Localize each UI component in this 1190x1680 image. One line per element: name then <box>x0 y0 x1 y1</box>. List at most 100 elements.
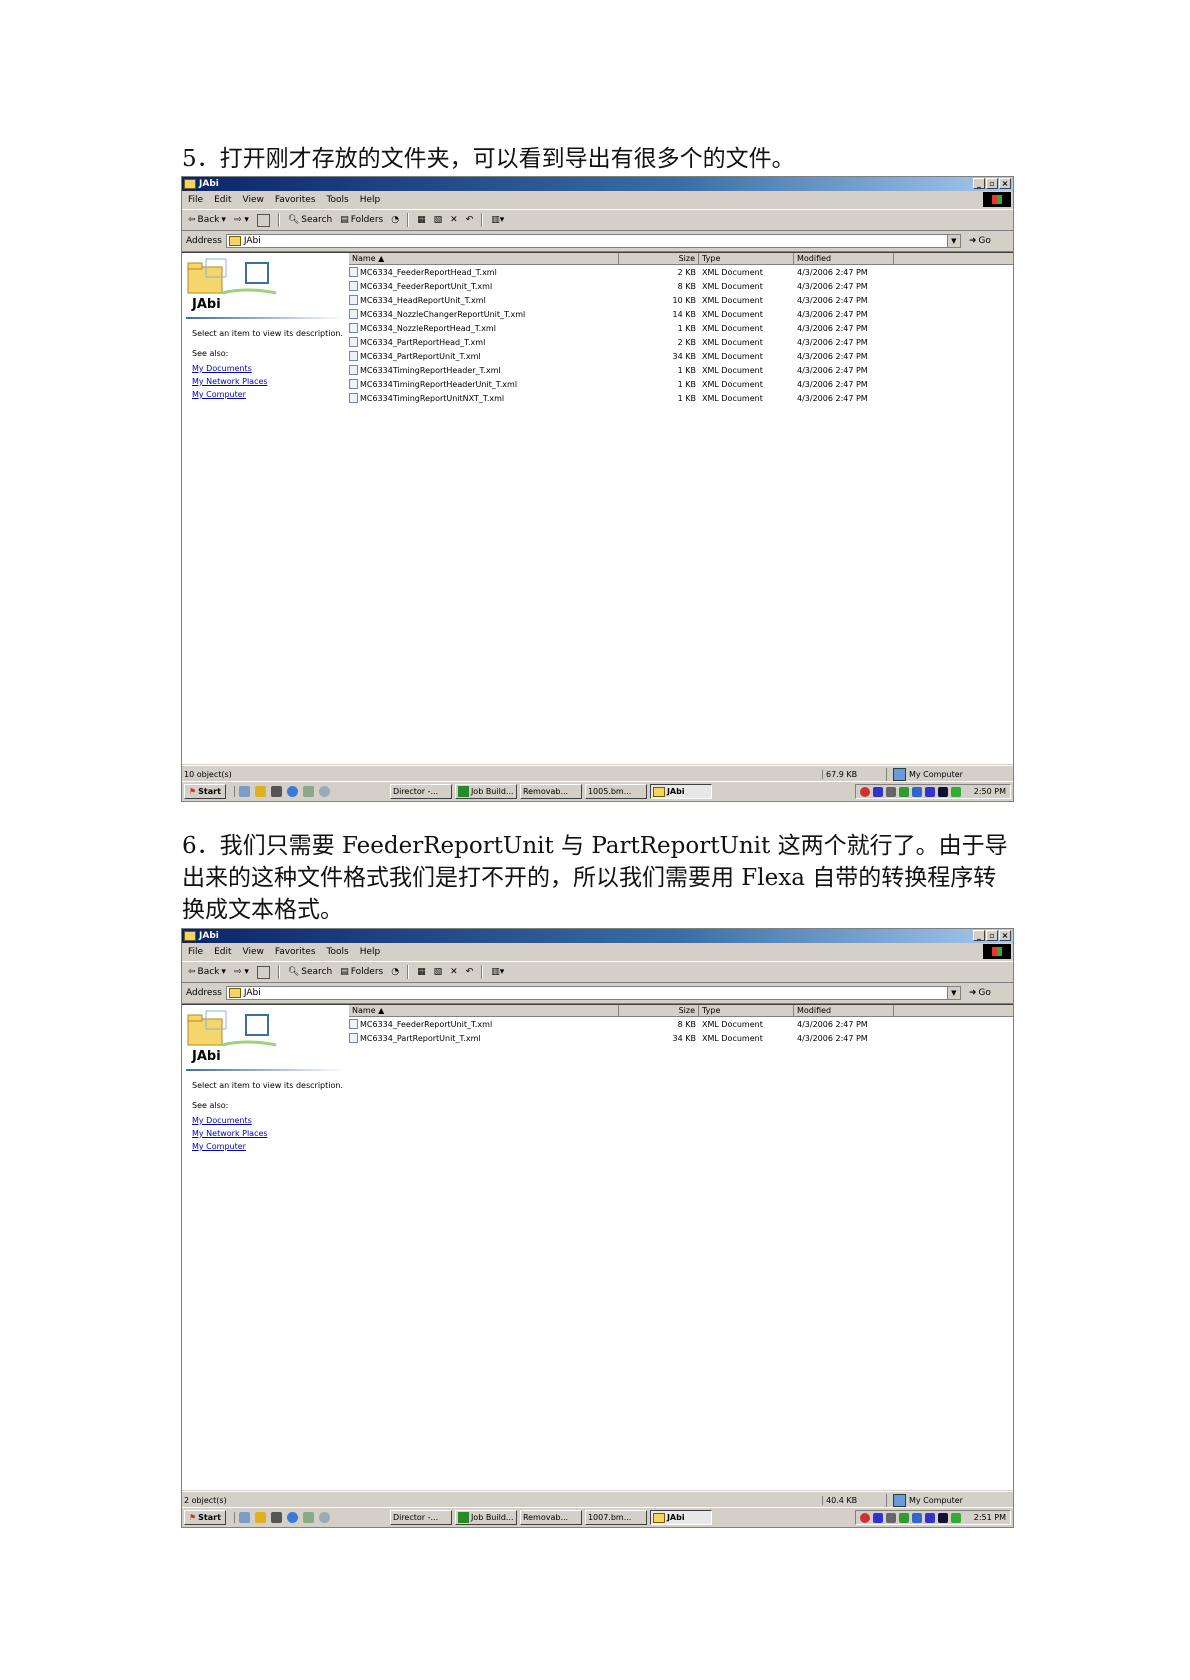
menu-tools[interactable]: Tools <box>327 947 349 957</box>
column-modified[interactable]: Modified <box>794 253 894 264</box>
tool-icon[interactable] <box>302 786 314 797</box>
title-bar[interactable]: JAbi _ ▫ × <box>182 177 1013 191</box>
tray-icon[interactable] <box>859 786 870 797</box>
delete-icon[interactable]: ✕ <box>450 215 458 225</box>
link-my-computer[interactable]: My Computer <box>192 388 268 401</box>
tray-icon[interactable] <box>885 786 896 797</box>
maximize-button[interactable]: ▫ <box>986 930 998 941</box>
browser-icon[interactable] <box>286 1512 298 1523</box>
undo-icon[interactable]: ↶ <box>466 215 474 225</box>
column-size[interactable]: Size <box>619 1005 699 1016</box>
minimize-button[interactable]: _ <box>973 178 985 189</box>
tray-icon[interactable] <box>950 786 961 797</box>
maximize-button[interactable]: ▫ <box>986 178 998 189</box>
task-removable[interactable]: Removab... <box>519 784 582 799</box>
up-folder-icon[interactable] <box>256 213 270 227</box>
file-row[interactable]: MC6334_HeadReportUnit_T.xml 10 KB XML Docu… <box>349 293 1013 307</box>
tray-icon[interactable] <box>911 786 922 797</box>
outlook-icon[interactable] <box>318 786 330 797</box>
file-row[interactable]: MC6334_NozzleReportHead_T.xml 1 KB XML Doc… <box>349 321 1013 335</box>
tray-icon[interactable] <box>898 1512 909 1523</box>
column-type[interactable]: Type <box>699 1005 794 1016</box>
go-button[interactable]: ➜ Go <box>969 236 991 246</box>
start-button[interactable]: ⚑ Start <box>184 784 226 799</box>
column-size[interactable]: Size <box>619 253 699 264</box>
tray-icon[interactable] <box>924 1512 935 1523</box>
language-icon[interactable] <box>937 786 948 797</box>
title-bar[interactable]: JAbi _ ▫ × <box>182 929 1013 943</box>
file-row[interactable]: MC6334_PartReportUnit_T.xml 34 KB XML Docu… <box>349 1031 1013 1045</box>
menu-edit[interactable]: Edit <box>214 195 231 205</box>
desktop-icon[interactable] <box>238 786 250 797</box>
views-icon[interactable]: ▥▾ <box>491 967 504 977</box>
task-director[interactable]: Director -... <box>389 784 452 799</box>
link-my-documents[interactable]: My Documents <box>192 1114 268 1127</box>
task-bitmap[interactable]: 1007.bm... <box>584 1510 647 1525</box>
menu-file[interactable]: File <box>188 947 203 957</box>
media-icon[interactable] <box>254 786 266 797</box>
chevron-down-icon[interactable]: ▼ <box>946 987 960 999</box>
forward-arrow-icon[interactable]: ⇨ ▾ <box>234 967 249 977</box>
file-row[interactable]: MC6334TimingReportHeaderUnit_T.xml 1 KB XM… <box>349 377 1013 391</box>
menu-view[interactable]: View <box>243 947 264 957</box>
task-removable[interactable]: Removab... <box>519 1510 582 1525</box>
copy-to-icon[interactable]: ▧ <box>434 215 443 225</box>
copy-to-icon[interactable]: ▧ <box>434 967 443 977</box>
history-icon[interactable]: ◔ <box>391 215 399 225</box>
column-name[interactable]: Name ▲ <box>349 253 619 264</box>
task-jabi[interactable]: JAbi <box>649 1510 712 1525</box>
tray-icon[interactable] <box>911 1512 922 1523</box>
history-icon[interactable]: ◔ <box>391 967 399 977</box>
chevron-down-icon[interactable]: ▼ <box>946 235 960 247</box>
file-row[interactable]: MC6334TimingReportHeader_T.xml 1 KB XML Do… <box>349 363 1013 377</box>
tray-icon[interactable] <box>859 1512 870 1523</box>
media-icon[interactable] <box>254 1512 266 1523</box>
move-to-icon[interactable]: ▦ <box>417 967 426 977</box>
browser-icon[interactable] <box>286 786 298 797</box>
menu-favorites[interactable]: Favorites <box>275 195 316 205</box>
back-button[interactable]: ⇦ Back ▾ <box>188 967 226 977</box>
tray-icon[interactable] <box>872 1512 883 1523</box>
minimize-button[interactable]: _ <box>973 930 985 941</box>
back-button[interactable]: ⇦ Back ▾ <box>188 215 226 225</box>
file-row[interactable]: MC6334TimingReportUnitNXT_T.xml 1 KB XML D… <box>349 391 1013 405</box>
folders-button[interactable]: ▤ Folders <box>340 967 383 977</box>
task-job-build[interactable]: Job Build... <box>454 784 517 799</box>
address-input[interactable]: JAbi ▼ <box>225 234 961 248</box>
menu-favorites[interactable]: Favorites <box>275 947 316 957</box>
link-my-network-places[interactable]: My Network Places <box>192 375 268 388</box>
menu-view[interactable]: View <box>243 195 264 205</box>
menu-help[interactable]: Help <box>360 195 381 205</box>
start-button[interactable]: ⚑ Start <box>184 1510 226 1525</box>
task-jabi[interactable]: JAbi <box>649 784 712 799</box>
tray-icon[interactable] <box>924 786 935 797</box>
address-input[interactable]: JAbi ▼ <box>225 986 961 1000</box>
task-job-build[interactable]: Job Build... <box>454 1510 517 1525</box>
file-row[interactable]: MC6334_FeederReportHead_T.xml 2 KB XML Doc… <box>349 265 1013 279</box>
column-modified[interactable]: Modified <box>794 1005 894 1016</box>
m-app-icon[interactable] <box>270 1512 282 1523</box>
undo-icon[interactable]: ↶ <box>466 967 474 977</box>
file-row[interactable]: MC6334_NozzleChangerReportUnit_T.xml 14 K… <box>349 307 1013 321</box>
menu-help[interactable]: Help <box>360 947 381 957</box>
link-my-network-places[interactable]: My Network Places <box>192 1127 268 1140</box>
language-icon[interactable] <box>937 1512 948 1523</box>
up-folder-icon[interactable] <box>256 965 270 979</box>
close-button[interactable]: × <box>999 178 1011 189</box>
file-row[interactable]: MC6334_PartReportUnit_T.xml 34 KB XML Docu… <box>349 349 1013 363</box>
tool-icon[interactable] <box>302 1512 314 1523</box>
link-my-documents[interactable]: My Documents <box>192 362 268 375</box>
desktop-icon[interactable] <box>238 1512 250 1523</box>
tray-icon[interactable] <box>950 1512 961 1523</box>
column-name[interactable]: Name ▲ <box>349 1005 619 1016</box>
link-my-computer[interactable]: My Computer <box>192 1140 268 1153</box>
forward-arrow-icon[interactable]: ⇨ ▾ <box>234 215 249 225</box>
outlook-icon[interactable] <box>318 1512 330 1523</box>
go-button[interactable]: ➜ Go <box>969 988 991 998</box>
move-to-icon[interactable]: ▦ <box>417 215 426 225</box>
search-button[interactable]: 🔍︎ Search <box>288 967 332 977</box>
column-type[interactable]: Type <box>699 253 794 264</box>
m-app-icon[interactable] <box>270 786 282 797</box>
file-row[interactable]: MC6334_FeederReportUnit_T.xml 8 KB XML Doc… <box>349 1017 1013 1031</box>
menu-tools[interactable]: Tools <box>327 195 349 205</box>
